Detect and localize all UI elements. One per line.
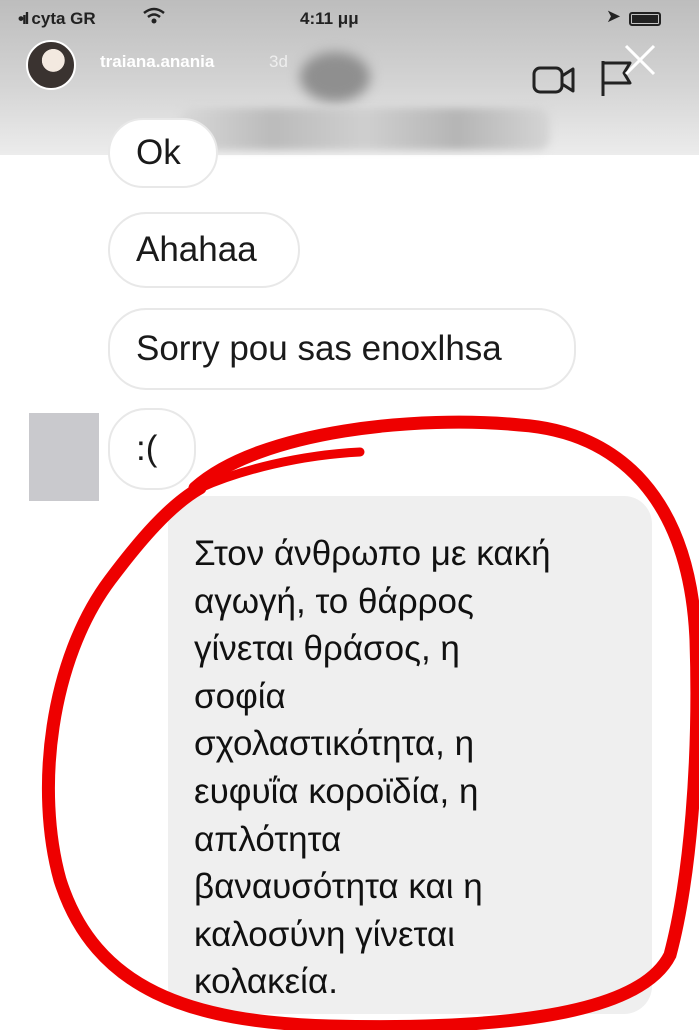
video-call-icon[interactable] [532,62,576,96]
avatar[interactable] [26,40,76,90]
blurred-area [180,108,550,150]
username[interactable]: traiana.anania [100,52,214,72]
message-bubble: Sorry pou sas enoxlhsa [108,308,576,390]
location-arrow-icon: ➤ [605,6,621,26]
reply-bubble: Στον άνθρωπο με κακή αγωγή, το θάρρος γί… [168,496,652,1014]
battery-icon [629,12,661,26]
message-bubble: Ok [108,118,218,188]
message-bubble: :( [108,408,196,490]
carrier-name: cyta GR [31,9,96,28]
sender-avatar-placeholder [29,413,99,501]
reply-text: Στον άνθρωπο με κακή αγωγή, το θάρρος γί… [194,534,551,1002]
wifi-icon [143,7,165,24]
story-time-ago: 3d [269,52,288,71]
message-bubble: Ahahaa [108,212,300,288]
clock: 4:11 μμ [300,9,359,28]
blurred-area [300,52,370,102]
carrier: •ıl cyta GR [18,9,96,29]
close-icon[interactable] [622,42,658,78]
story-header: •ıl cyta GR 4:11 μμ ➤ traiana.anania 3d [0,0,699,155]
status-bar: •ıl cyta GR 4:11 μμ ➤ [0,0,699,36]
signal-icon: •ıl [18,9,29,28]
